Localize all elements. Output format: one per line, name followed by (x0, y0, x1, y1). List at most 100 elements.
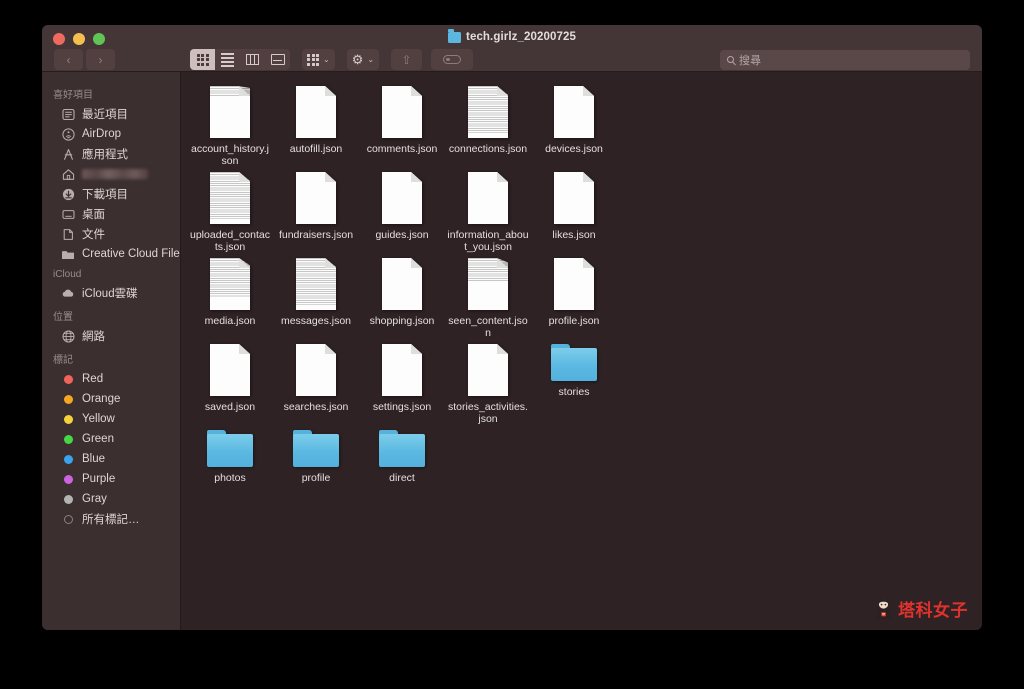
list-icon (221, 52, 234, 67)
file-label: information_about_you.json (447, 229, 529, 253)
file-item[interactable]: stories_activities.json (445, 342, 531, 428)
file-item[interactable]: comments.json (359, 84, 445, 170)
file-item[interactable]: messages.json (273, 256, 359, 342)
file-label: messages.json (280, 315, 352, 327)
folder-item[interactable]: direct (359, 428, 445, 508)
sidebar-item-red[interactable]: Red (42, 369, 180, 389)
tag-icon (443, 55, 462, 64)
file-label: likes.json (552, 229, 596, 241)
folder-icon (379, 430, 425, 467)
sidebar-section-header: 位置 (53, 312, 73, 323)
arrange-button[interactable]: ⌄ (302, 49, 335, 70)
downloads-icon (61, 187, 75, 201)
sidebar-item-purple[interactable]: Purple (42, 469, 180, 489)
json-file-icon (210, 258, 250, 310)
sidebar-item-creative-cloud-files[interactable]: Creative Cloud Files (42, 244, 180, 264)
file-label: fundraisers.json (278, 229, 354, 241)
file-item[interactable]: profile.json (531, 256, 617, 342)
file-item[interactable]: uploaded_contacts.json (187, 170, 273, 256)
file-item[interactable]: saved.json (187, 342, 273, 428)
list-view-button[interactable] (215, 49, 240, 70)
back-button[interactable]: ‹ (54, 49, 83, 70)
gallery-view-button[interactable] (265, 49, 290, 70)
file-item[interactable]: searches.json (273, 342, 359, 428)
sidebar-item-label: 應用程式 (82, 149, 128, 161)
file-item[interactable]: media.json (187, 256, 273, 342)
folder-item[interactable]: stories (531, 342, 617, 422)
file-browser-content[interactable]: account_history.json autofill.json comment… (181, 72, 982, 630)
file-label: comments.json (366, 143, 438, 155)
sidebar-item-label: AirDrop (82, 128, 121, 140)
zoom-button[interactable] (93, 33, 105, 45)
sidebar-item-label: Yellow (82, 413, 115, 425)
folder-icon (551, 344, 597, 381)
tag-color-dot (63, 494, 73, 504)
tag-button[interactable] (431, 49, 474, 70)
file-label: devices.json (545, 143, 603, 155)
folder-icon (293, 430, 339, 467)
file-item[interactable]: account_history.json (187, 84, 273, 170)
sidebar-item-item[interactable]: 最近項目 (42, 104, 180, 124)
file-item[interactable]: connections.json (445, 84, 531, 170)
window-title: tech.girlz_20200725 (42, 29, 982, 43)
sidebar[interactable]: 喜好項目 最近項目 AirDrop 應用程式 下載項目 桌面 文件 Creative Clou… (42, 72, 181, 630)
chevron-down-icon: ⌄ (367, 55, 375, 64)
sidebar-item-airdrop[interactable]: AirDrop (42, 124, 180, 144)
chevron-down-icon: ⌄ (323, 55, 330, 64)
json-file-icon (296, 86, 336, 138)
column-view-button[interactable] (240, 49, 265, 70)
arrange-group: ⌄ (302, 49, 335, 70)
folder-icon (207, 430, 253, 467)
file-label: saved.json (204, 401, 256, 413)
finder-window: tech.girlz_20200725 ‹ › ⌄ ⚙ ⌄ ⇧ 搜尋 喜好項目 … (42, 25, 982, 630)
sidebar-item-label: Creative Cloud Files (82, 248, 181, 260)
file-item[interactable]: fundraisers.json (273, 170, 359, 256)
folder-icon (61, 247, 75, 261)
tag-color-dot (63, 454, 73, 464)
folder-item[interactable]: profile (273, 428, 359, 508)
file-label: guides.json (375, 229, 429, 241)
sidebar-item-home[interactable] (42, 164, 180, 184)
folder-item[interactable]: photos (187, 428, 273, 508)
sidebar-item-orange[interactable]: Orange (42, 389, 180, 409)
file-item[interactable]: settings.json (359, 342, 445, 428)
file-item[interactable]: seen_content.json (445, 256, 531, 342)
sidebar-item-icloud[interactable]: iCloud雲碟 (42, 283, 180, 303)
file-label: account_history.json (190, 143, 269, 167)
file-item[interactable]: guides.json (359, 170, 445, 256)
sidebar-item-item[interactable]: 網路 (42, 326, 180, 346)
file-label: uploaded_contacts.json (190, 229, 270, 253)
file-item[interactable]: devices.json (531, 84, 617, 170)
home-icon (61, 167, 75, 181)
grid-icon (196, 53, 209, 66)
tag-dot-icon (61, 492, 75, 506)
forward-button[interactable]: › (86, 49, 115, 70)
sidebar-item-label: 文件 (82, 229, 105, 241)
sidebar-item-yellow[interactable]: Yellow (42, 409, 180, 429)
network-icon (61, 329, 75, 343)
file-item[interactable]: likes.json (531, 170, 617, 256)
sidebar-item-item[interactable]: 下載項目 (42, 184, 180, 204)
sidebar-item-gray[interactable]: Gray (42, 489, 180, 509)
file-item[interactable]: shopping.json (359, 256, 445, 342)
share-button[interactable]: ⇧ (391, 49, 423, 70)
sidebar-item-item[interactable]: 應用程式 (42, 144, 180, 164)
sidebar-item-item[interactable]: 所有標記… (42, 509, 180, 529)
sidebar-item-blue[interactable]: Blue (42, 449, 180, 469)
search-field[interactable]: 搜尋 (720, 49, 970, 70)
sidebar-item-green[interactable]: Green (42, 429, 180, 449)
json-file-icon (382, 172, 422, 224)
recents-icon (61, 107, 75, 121)
tag-dot-icon (61, 452, 75, 466)
json-file-icon (210, 86, 250, 138)
folder-label: stories (558, 386, 590, 398)
share-icon: ⇧ (401, 52, 412, 67)
icon-view-button[interactable] (190, 49, 215, 70)
action-button[interactable]: ⚙ ⌄ (346, 49, 380, 70)
file-item[interactable]: information_about_you.json (445, 170, 531, 256)
file-item[interactable]: autofill.json (273, 84, 359, 170)
sidebar-item-item[interactable]: 桌面 (42, 204, 180, 224)
sidebar-item-item[interactable]: 文件 (42, 224, 180, 244)
close-button[interactable] (53, 33, 65, 45)
minimize-button[interactable] (73, 33, 85, 45)
